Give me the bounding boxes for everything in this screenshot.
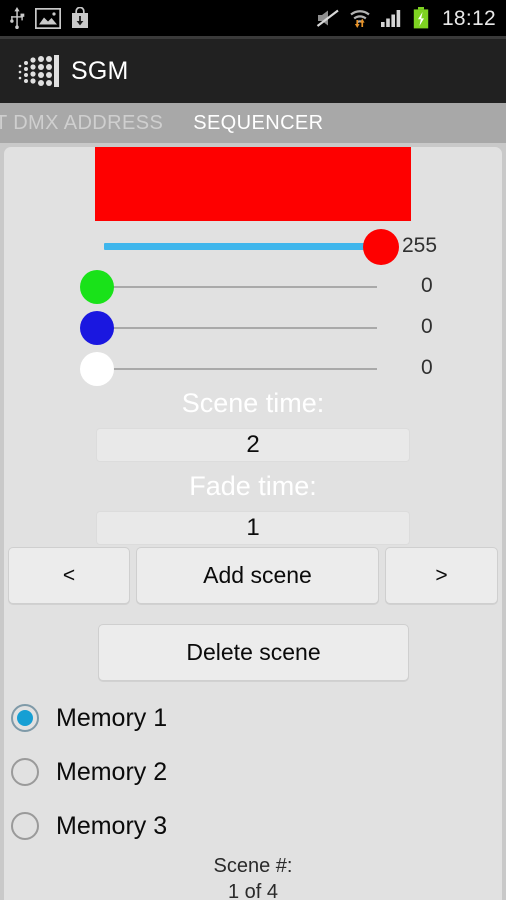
white-slider-track[interactable] bbox=[109, 368, 377, 370]
red-slider-thumb[interactable] bbox=[363, 229, 399, 265]
white-slider-value: 0 bbox=[421, 356, 433, 379]
scene-counter-title: Scene #: bbox=[213, 855, 293, 877]
delete-scene-button[interactable]: Delete scene bbox=[98, 624, 409, 681]
scene-time-label: Scene time: bbox=[181, 388, 325, 418]
slider-row-white: 0 bbox=[4, 349, 502, 389]
fade-time-label: Fade time: bbox=[189, 471, 317, 501]
status-bar-clock: 18:12 bbox=[441, 6, 496, 30]
red-slider-value: 255 bbox=[402, 234, 438, 257]
radio-memory-1[interactable]: Memory 1 bbox=[4, 693, 502, 743]
tab-sequencer[interactable]: SEQUENCER bbox=[193, 113, 323, 133]
screenshot-image-icon bbox=[35, 7, 61, 29]
fade-time-input[interactable]: 1 bbox=[96, 511, 410, 545]
blue-slider-value: 0 bbox=[421, 315, 433, 338]
radio-label-memory-1: Memory 1 bbox=[56, 703, 168, 732]
green-slider-thumb[interactable] bbox=[80, 270, 114, 304]
red-slider-track[interactable] bbox=[104, 243, 381, 250]
sequencer-panel: 255 0 0 0 Scene time: 2 Fade time: 1 < A… bbox=[4, 147, 502, 900]
color-preview-swatch bbox=[95, 147, 411, 221]
sgm-logo-icon bbox=[16, 52, 60, 90]
action-bar: SGM bbox=[0, 39, 506, 103]
radio-button-icon[interactable] bbox=[11, 812, 39, 840]
battery-charging-icon bbox=[413, 7, 429, 29]
phone-screen: 18:12 SGM T DMX ADDRESS SEQUENCER 255 0 … bbox=[0, 0, 506, 900]
app-title: SGM bbox=[71, 56, 129, 85]
radio-memory-3[interactable]: Memory 3 bbox=[4, 801, 502, 851]
slider-row-red: 255 bbox=[4, 227, 502, 267]
radio-button-icon-selected[interactable] bbox=[11, 704, 39, 732]
white-slider-thumb[interactable] bbox=[80, 352, 114, 386]
blue-slider-track[interactable] bbox=[109, 327, 377, 329]
wifi-transfer-icon bbox=[350, 9, 370, 28]
slider-row-green: 0 bbox=[4, 267, 502, 307]
blue-slider-thumb[interactable] bbox=[80, 311, 114, 345]
scene-counter: Scene #: 1 of 4 bbox=[4, 853, 502, 900]
tab-set-dmx-address[interactable]: T DMX ADDRESS bbox=[0, 113, 163, 133]
status-bar-left-icons bbox=[8, 7, 90, 29]
mute-icon bbox=[316, 9, 339, 27]
radio-memory-2[interactable]: Memory 2 bbox=[4, 747, 502, 797]
radio-button-icon[interactable] bbox=[11, 758, 39, 786]
status-bar-right-icons: 18:12 bbox=[316, 7, 496, 29]
cellular-signal-icon bbox=[380, 10, 401, 27]
green-slider-value: 0 bbox=[421, 274, 433, 297]
usb-icon bbox=[10, 7, 25, 29]
app-download-icon bbox=[72, 7, 88, 28]
scene-time-input[interactable]: 2 bbox=[96, 428, 410, 462]
scene-counter-position: 1 of 4 bbox=[227, 881, 279, 900]
radio-label-memory-2: Memory 2 bbox=[56, 757, 168, 786]
radio-dot bbox=[17, 710, 33, 726]
slider-row-blue: 0 bbox=[4, 308, 502, 348]
previous-scene-button[interactable]: < bbox=[8, 547, 130, 604]
add-scene-button[interactable]: Add scene bbox=[136, 547, 379, 604]
radio-label-memory-3: Memory 3 bbox=[56, 811, 168, 840]
status-bar: 18:12 bbox=[0, 0, 506, 36]
green-slider-track[interactable] bbox=[109, 286, 377, 288]
next-scene-button[interactable]: > bbox=[385, 547, 498, 604]
tab-bar: T DMX ADDRESS SEQUENCER bbox=[0, 103, 506, 143]
